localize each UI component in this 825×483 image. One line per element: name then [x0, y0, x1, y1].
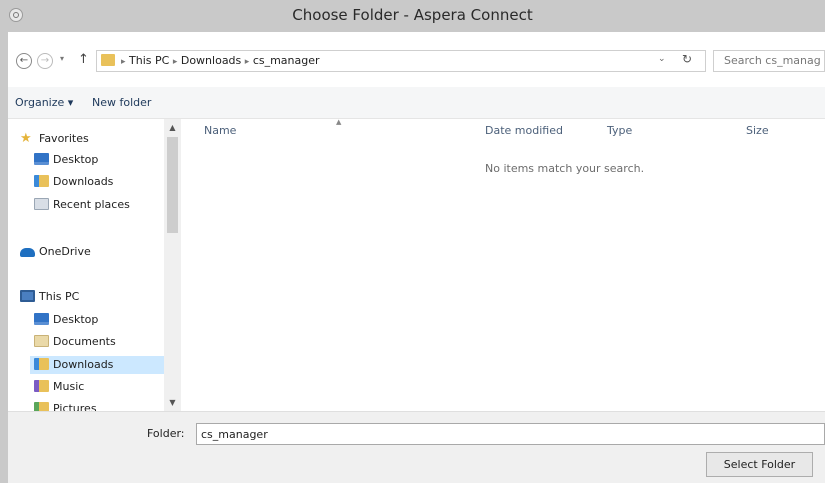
- nav-item-label: Documents: [53, 335, 116, 348]
- nav-item-documents[interactable]: Documents: [34, 333, 116, 351]
- scroll-up-arrow-icon[interactable]: ▲: [164, 119, 181, 136]
- address-history-dropdown-icon[interactable]: ⌄: [658, 54, 666, 64]
- forward-arrow-icon[interactable]: →: [37, 53, 53, 69]
- sort-ascending-icon: ▲: [336, 118, 342, 126]
- search-box[interactable]: Search cs_manag: [713, 50, 825, 72]
- nav-item-pc-desktop[interactable]: Desktop: [34, 311, 98, 329]
- window-frame-left: [0, 32, 8, 483]
- documents-icon: [34, 335, 49, 347]
- computer-icon: [20, 290, 35, 302]
- nav-item-pc-downloads[interactable]: Downloads: [30, 356, 164, 374]
- nav-item-this-pc[interactable]: This PC: [20, 288, 79, 306]
- nav-item-label: This PC: [39, 290, 80, 303]
- column-header-date-modified[interactable]: Date modified: [485, 122, 563, 140]
- breadcrumb-separator-icon[interactable]: ▸: [173, 57, 178, 67]
- nav-item-label: Music: [53, 380, 85, 393]
- column-header-size[interactable]: Size: [746, 122, 769, 140]
- scrollbar-thumb[interactable]: [167, 137, 178, 233]
- select-folder-button[interactable]: Select Folder: [706, 452, 813, 477]
- navigation-pane-scrollbar[interactable]: ▲ ▼: [164, 119, 181, 411]
- nav-item-label: OneDrive: [39, 245, 91, 258]
- breadcrumb-item-downloads[interactable]: Downloads: [181, 54, 241, 67]
- downloads-icon: [34, 358, 49, 370]
- back-arrow-icon[interactable]: ←: [16, 53, 32, 69]
- breadcrumb-separator-icon[interactable]: ▸: [121, 57, 126, 67]
- music-icon: [34, 380, 49, 392]
- file-list-pane: Name ▲ Date modified Type Size No items …: [181, 118, 825, 411]
- navigation-bar: ← → ▾ ↑ ▸ This PC ▸ Downloads ▸ cs_manag…: [8, 32, 825, 87]
- organize-menu-button[interactable]: Organize ▾: [15, 95, 73, 111]
- nav-item-label: Downloads: [53, 358, 114, 371]
- address-bar[interactable]: ▸ This PC ▸ Downloads ▸ cs_manager: [96, 50, 706, 72]
- title-bar[interactable]: Choose Folder - Aspera Connect: [0, 0, 825, 32]
- folder-name-input[interactable]: [196, 423, 825, 445]
- scroll-down-arrow-icon[interactable]: ▼: [164, 394, 181, 411]
- recent-places-icon: [34, 198, 49, 210]
- breadcrumb-item-this-pc[interactable]: This PC: [129, 54, 169, 67]
- window-title: Choose Folder - Aspera Connect: [292, 6, 533, 24]
- up-arrow-icon[interactable]: ↑: [78, 52, 89, 67]
- folder-field-label: Folder:: [147, 427, 185, 440]
- breadcrumb-item-cs-manager[interactable]: cs_manager: [253, 54, 320, 67]
- refresh-icon[interactable]: ↻: [682, 52, 692, 66]
- desktop-icon: [34, 153, 49, 165]
- breadcrumb: ▸ This PC ▸ Downloads ▸ cs_manager: [121, 53, 320, 69]
- nav-item-label: Favorites: [39, 132, 89, 145]
- downloads-icon: [34, 175, 49, 187]
- nav-item-pictures[interactable]: Pictures: [34, 400, 97, 411]
- nav-item-favorites-desktop[interactable]: Desktop: [34, 151, 98, 169]
- star-icon: ★: [20, 131, 32, 146]
- nav-item-label: Desktop: [53, 153, 99, 166]
- nav-item-label: Pictures: [53, 402, 97, 411]
- folder-icon: [101, 54, 115, 66]
- nav-item-favorites[interactable]: ★ Favorites: [20, 130, 89, 148]
- search-input[interactable]: Search cs_manag: [724, 53, 824, 69]
- nav-item-recent-places[interactable]: Recent places: [34, 196, 130, 214]
- nav-item-music[interactable]: Music: [34, 378, 84, 396]
- column-header-name[interactable]: Name: [204, 122, 236, 140]
- recent-locations-dropdown-icon[interactable]: ▾: [60, 54, 64, 63]
- pictures-icon: [34, 402, 49, 411]
- new-folder-button[interactable]: New folder: [92, 95, 151, 111]
- nav-item-label: Desktop: [53, 313, 99, 326]
- dialog-footer: Folder: Select Folder: [8, 411, 825, 483]
- onedrive-icon: [20, 248, 35, 257]
- column-header-type[interactable]: Type: [607, 122, 632, 140]
- nav-item-onedrive[interactable]: OneDrive: [20, 243, 91, 261]
- empty-folder-message: No items match your search.: [485, 162, 645, 175]
- breadcrumb-separator-icon[interactable]: ▸: [245, 57, 250, 67]
- desktop-icon: [34, 313, 49, 325]
- nav-item-label: Recent places: [53, 198, 130, 211]
- nav-item-label: Downloads: [53, 175, 114, 188]
- navigation-pane: ★ Favorites Desktop Downloads Recent plac…: [8, 119, 164, 411]
- command-toolbar: Organize ▾ New folder: [8, 87, 825, 119]
- nav-item-favorites-downloads[interactable]: Downloads: [34, 173, 113, 191]
